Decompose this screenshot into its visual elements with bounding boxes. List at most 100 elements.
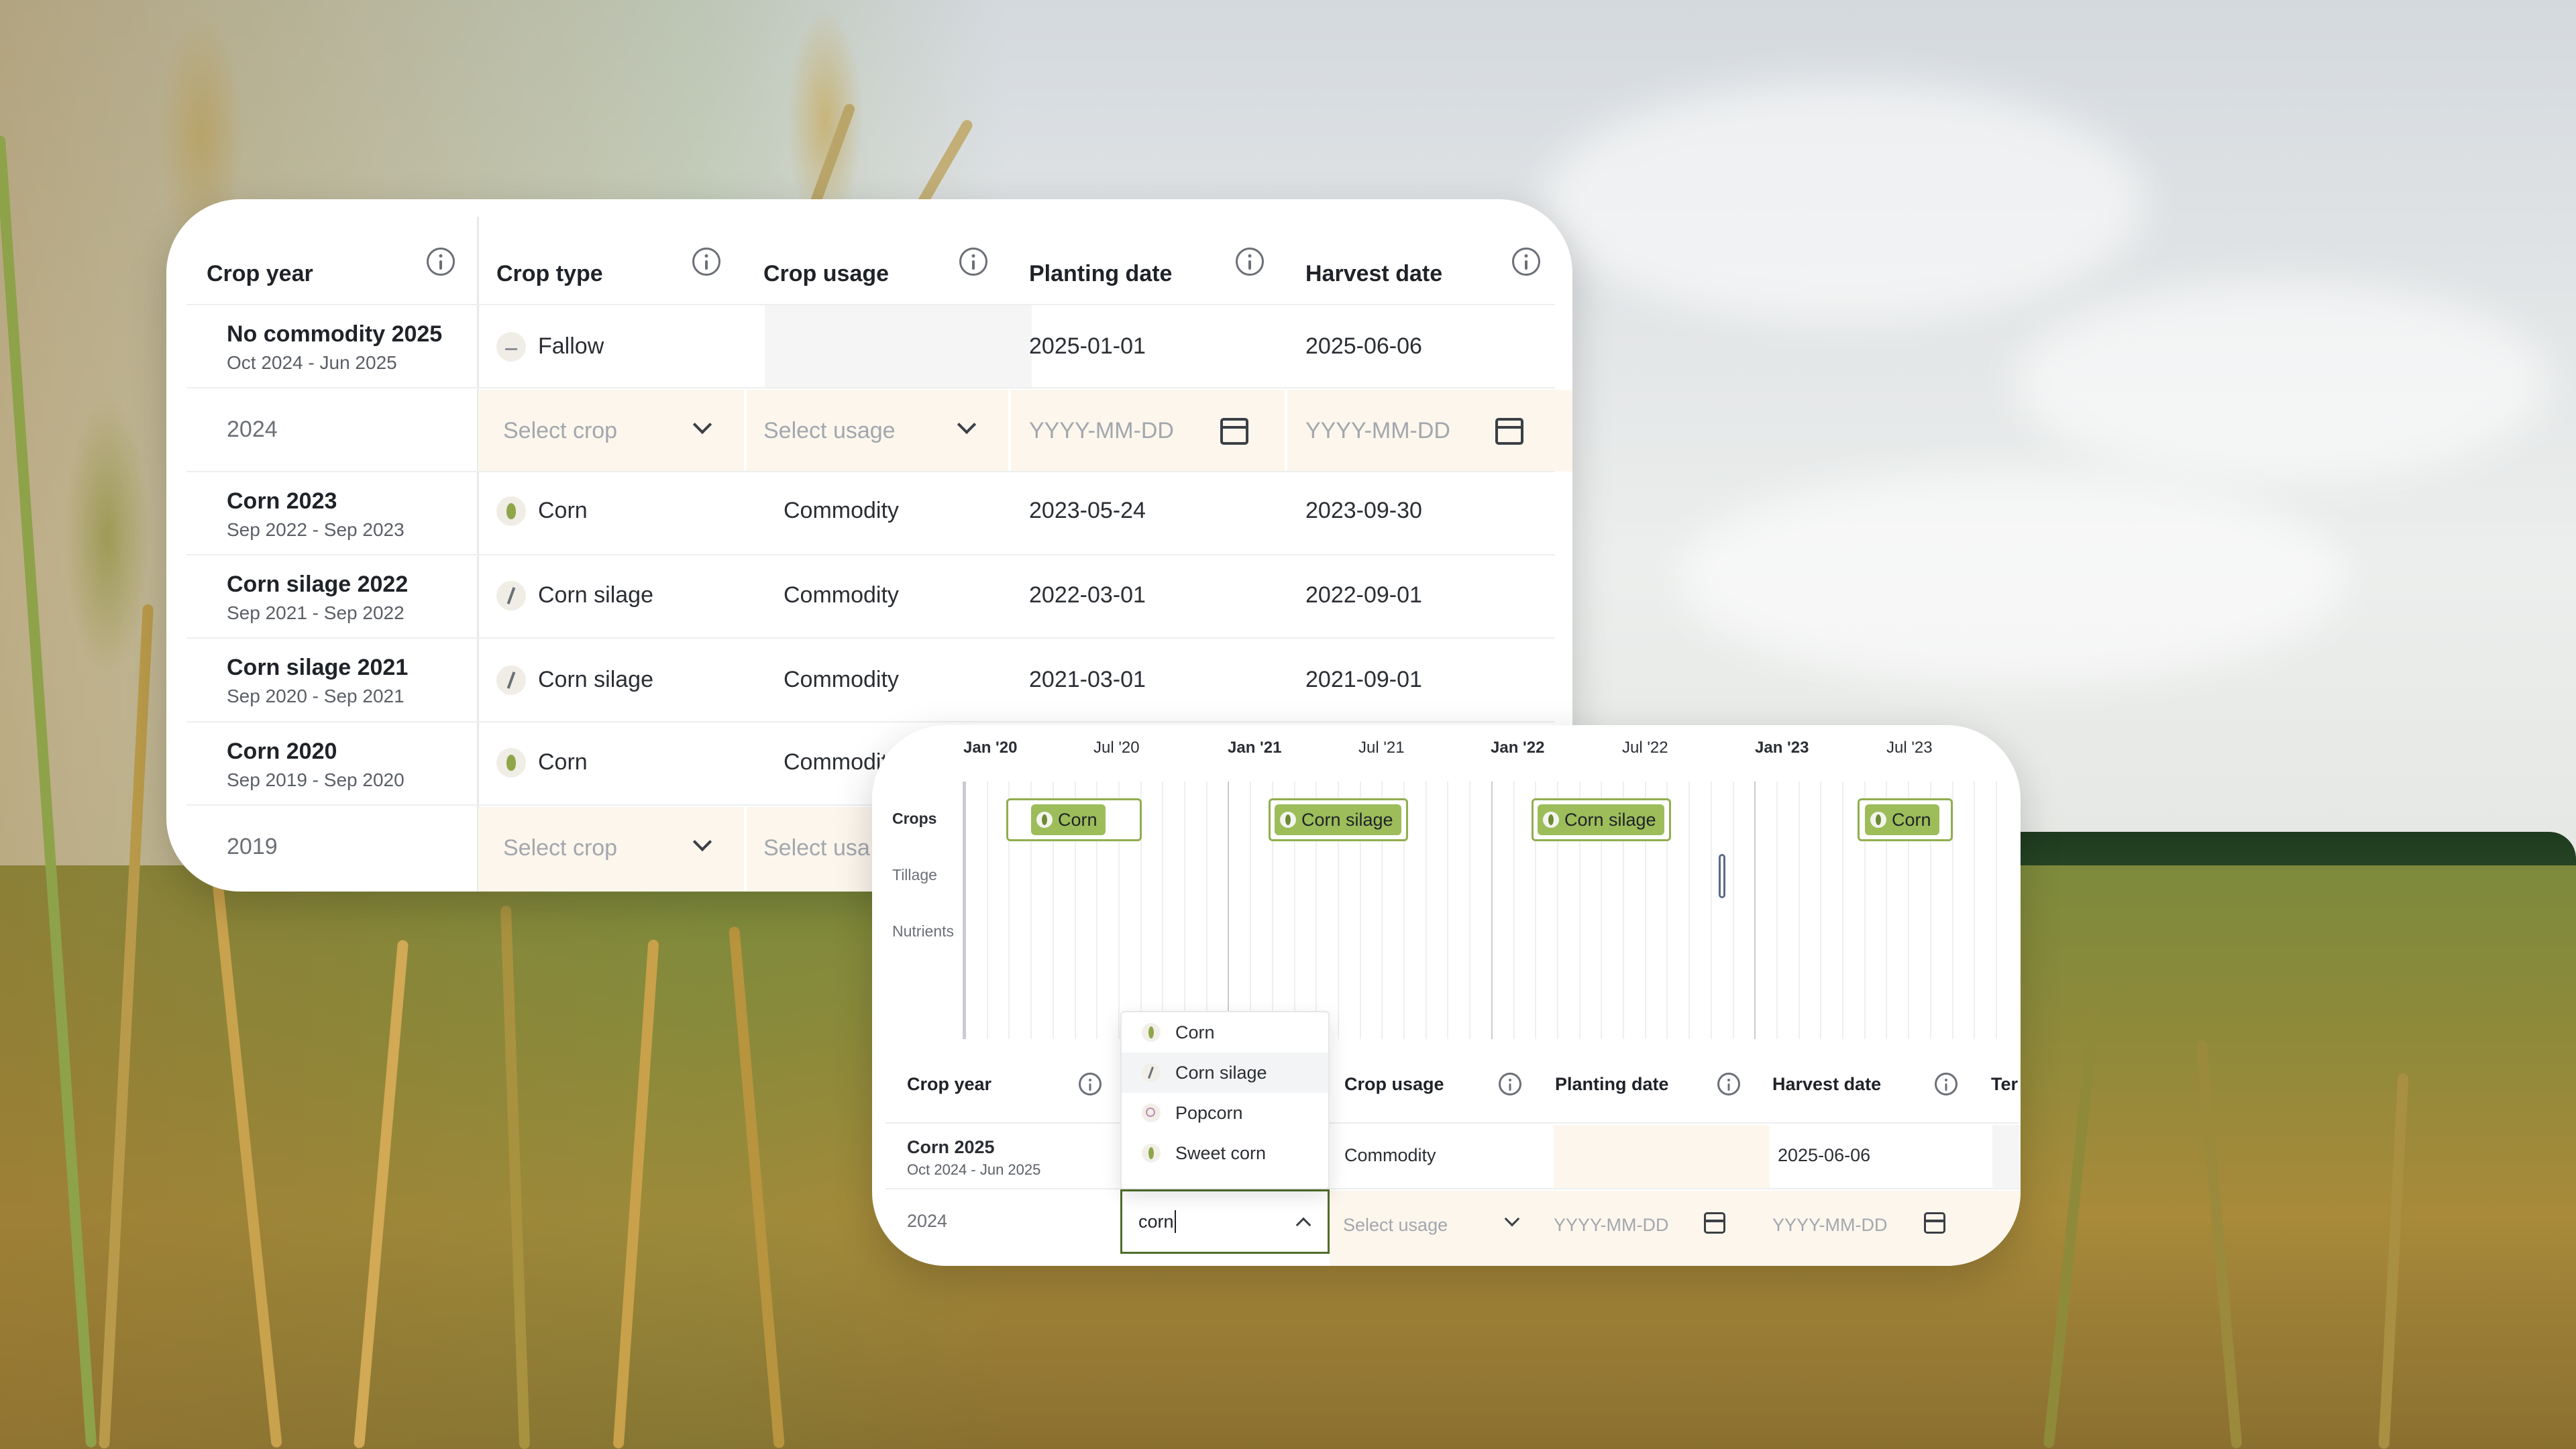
timeline-crop-bar[interactable]: Corn silage bbox=[1532, 798, 1671, 841]
crop-type: Corn silage bbox=[538, 667, 653, 692]
crop-search-value: corn bbox=[1138, 1212, 1174, 1232]
info-icon[interactable] bbox=[1512, 248, 1540, 276]
header-planting-date: Planting date bbox=[1029, 261, 1173, 286]
crop-year-title: 2024 bbox=[227, 417, 278, 442]
chevron-up-icon[interactable] bbox=[1295, 1217, 1311, 1233]
timeline-gridline bbox=[1754, 782, 1756, 1039]
timeline-crop-bar[interactable]: Corn silage bbox=[1269, 798, 1408, 841]
crop-pill: Corn silage bbox=[1538, 804, 1664, 835]
cloud bbox=[1543, 80, 2147, 322]
timeline-gridline bbox=[1688, 782, 1690, 1039]
planting-date: 2025-01-01 bbox=[1029, 333, 1146, 359]
header-planting-date: Planting date bbox=[1555, 1074, 1669, 1094]
table-row-editable[interactable]: 2024 Select crop Select usage YYYY-MM-DD… bbox=[186, 387, 1572, 472]
sweet-corn-icon bbox=[1142, 1144, 1161, 1163]
planting-date-placeholder: YYYY-MM-DD bbox=[1029, 418, 1174, 443]
info-icon[interactable] bbox=[427, 248, 455, 276]
harvest-date: 2025-06-06 bbox=[1778, 1145, 1871, 1165]
dropdown-option-sweet-corn[interactable]: Sweet corn bbox=[1122, 1133, 1328, 1173]
header-crop-usage: Crop usage bbox=[763, 261, 890, 286]
info-icon[interactable] bbox=[1935, 1073, 1957, 1095]
timeline-row-label-crops: Crops bbox=[892, 810, 937, 827]
crop-pill: Corn silage bbox=[1275, 804, 1401, 835]
option-label: Popcorn bbox=[1175, 1102, 1243, 1123]
header-crop-type: Crop type bbox=[496, 261, 603, 286]
table-row[interactable]: Corn 2025 Oct 2024 - Jun 2025 Commodity … bbox=[885, 1122, 2021, 1189]
table-row-editable[interactable]: 2024 Select usage YYYY-MM-DD YYYY-MM-DD bbox=[885, 1188, 2021, 1266]
crop-type: Fallow bbox=[538, 333, 604, 359]
crop-usage: Commodity bbox=[784, 667, 899, 692]
timeline-gridline bbox=[1426, 782, 1427, 1039]
select-usage-dropdown[interactable]: Select usage bbox=[747, 390, 1008, 472]
table-row[interactable]: Corn silage 2021 Sep 2020 - Sep 2021 Cor… bbox=[186, 637, 1555, 722]
timeline-month-label: Jan '23 bbox=[1755, 739, 1809, 757]
info-icon[interactable] bbox=[1499, 1073, 1521, 1095]
dropdown-option-popcorn[interactable]: Popcorn bbox=[1122, 1093, 1328, 1133]
crop-pill-label: Corn silage bbox=[1564, 809, 1656, 830]
timeline-month-label: Jul '21 bbox=[1358, 739, 1405, 757]
corn-icon bbox=[496, 496, 526, 526]
planting-date-input[interactable]: YYYY-MM-DD bbox=[1540, 1191, 1756, 1255]
select-crop-dropdown[interactable]: Select crop bbox=[478, 807, 744, 889]
timeline-gridline bbox=[1776, 782, 1778, 1039]
header-crop-usage: Crop usage bbox=[1344, 1074, 1444, 1094]
crop-pill-label: Corn bbox=[1892, 809, 1931, 830]
info-icon[interactable] bbox=[692, 248, 720, 276]
info-icon[interactable] bbox=[1717, 1073, 1740, 1095]
info-icon[interactable] bbox=[1236, 248, 1264, 276]
cloud bbox=[1677, 470, 2348, 684]
rotation-timeline-panel: Jan '20 Jul '20 Jan '21 Jul '21 Jan '22 … bbox=[872, 725, 2021, 1266]
corn-silage-icon bbox=[1280, 812, 1296, 828]
timeline-gridline bbox=[1162, 782, 1163, 1039]
crop-year-range: Sep 2019 - Sep 2020 bbox=[227, 769, 405, 790]
calendar-icon[interactable] bbox=[1495, 418, 1523, 445]
chevron-down-icon bbox=[692, 415, 712, 435]
select-usage-placeholder: Select usage bbox=[763, 418, 896, 443]
dropdown-option-corn-silage[interactable]: Corn silage bbox=[1122, 1053, 1328, 1093]
row-highlight bbox=[1992, 1125, 2021, 1189]
select-usage-placeholder: Select usage bbox=[1343, 1215, 1448, 1235]
table-row[interactable]: Corn silage 2022 Sep 2021 - Sep 2022 Cor… bbox=[186, 554, 1555, 639]
crop-year-title: Corn 2023 bbox=[227, 488, 337, 514]
corn-silage-icon bbox=[1142, 1063, 1161, 1082]
harvest-date-input[interactable]: YYYY-MM-DD bbox=[1287, 390, 1556, 472]
harvest-date-input[interactable]: YYYY-MM-DD bbox=[1756, 1191, 1978, 1255]
header-crop-year: Crop year bbox=[207, 261, 313, 286]
timeline-gridline bbox=[1842, 782, 1843, 1039]
select-usage-dropdown[interactable]: Select usage bbox=[1330, 1191, 1540, 1255]
timeline-gridline bbox=[987, 782, 988, 1039]
crop-year-range: Oct 2024 - Jun 2025 bbox=[227, 352, 397, 373]
select-crop-dropdown[interactable]: Select crop bbox=[478, 390, 744, 472]
harvest-date: 2022-09-01 bbox=[1305, 582, 1422, 608]
row-highlight bbox=[1554, 1125, 1770, 1189]
crop-usage: Commodity bbox=[784, 582, 899, 608]
timeline-row-label-tillage: Tillage bbox=[892, 866, 937, 883]
info-icon[interactable] bbox=[1079, 1073, 1102, 1095]
planting-date-input[interactable]: YYYY-MM-DD bbox=[1011, 390, 1285, 472]
timeline-drag-handle[interactable] bbox=[1719, 854, 1725, 898]
header-harvest-date: Harvest date bbox=[1305, 261, 1443, 286]
timeline-gridline bbox=[1250, 782, 1251, 1039]
calendar-icon[interactable] bbox=[1924, 1212, 1945, 1234]
calendar-icon[interactable] bbox=[1704, 1212, 1725, 1234]
dropdown-option-corn[interactable]: Corn bbox=[1122, 1012, 1328, 1053]
calendar-icon[interactable] bbox=[1220, 418, 1248, 445]
timeline-crop-bar[interactable]: Corn bbox=[1858, 798, 1953, 841]
usage-cell-empty bbox=[765, 305, 1032, 387]
timeline-gridline bbox=[965, 782, 966, 1039]
crop-type: Corn bbox=[538, 498, 588, 523]
cloud bbox=[2012, 282, 2549, 483]
info-icon[interactable] bbox=[959, 248, 987, 276]
table-row[interactable]: No commodity 2025 Oct 2024 - Jun 2025 Fa… bbox=[186, 304, 1555, 388]
crop-search-input[interactable]: corn bbox=[1120, 1189, 1330, 1254]
chevron-down-icon bbox=[692, 832, 712, 852]
table-row[interactable]: Corn 2023 Sep 2022 - Sep 2023 Corn Commo… bbox=[186, 471, 1555, 555]
timeline-gridline bbox=[1491, 782, 1493, 1039]
corn-icon bbox=[1036, 812, 1053, 828]
planting-date: 2023-05-24 bbox=[1029, 498, 1146, 523]
timeline-crop-bar[interactable]: Corn bbox=[1006, 798, 1142, 841]
crop-pill-label: Corn silage bbox=[1301, 809, 1393, 830]
timeline-gridline bbox=[1184, 782, 1185, 1039]
timeline-gridline bbox=[1469, 782, 1470, 1039]
timeline-gridline bbox=[1733, 782, 1734, 1039]
